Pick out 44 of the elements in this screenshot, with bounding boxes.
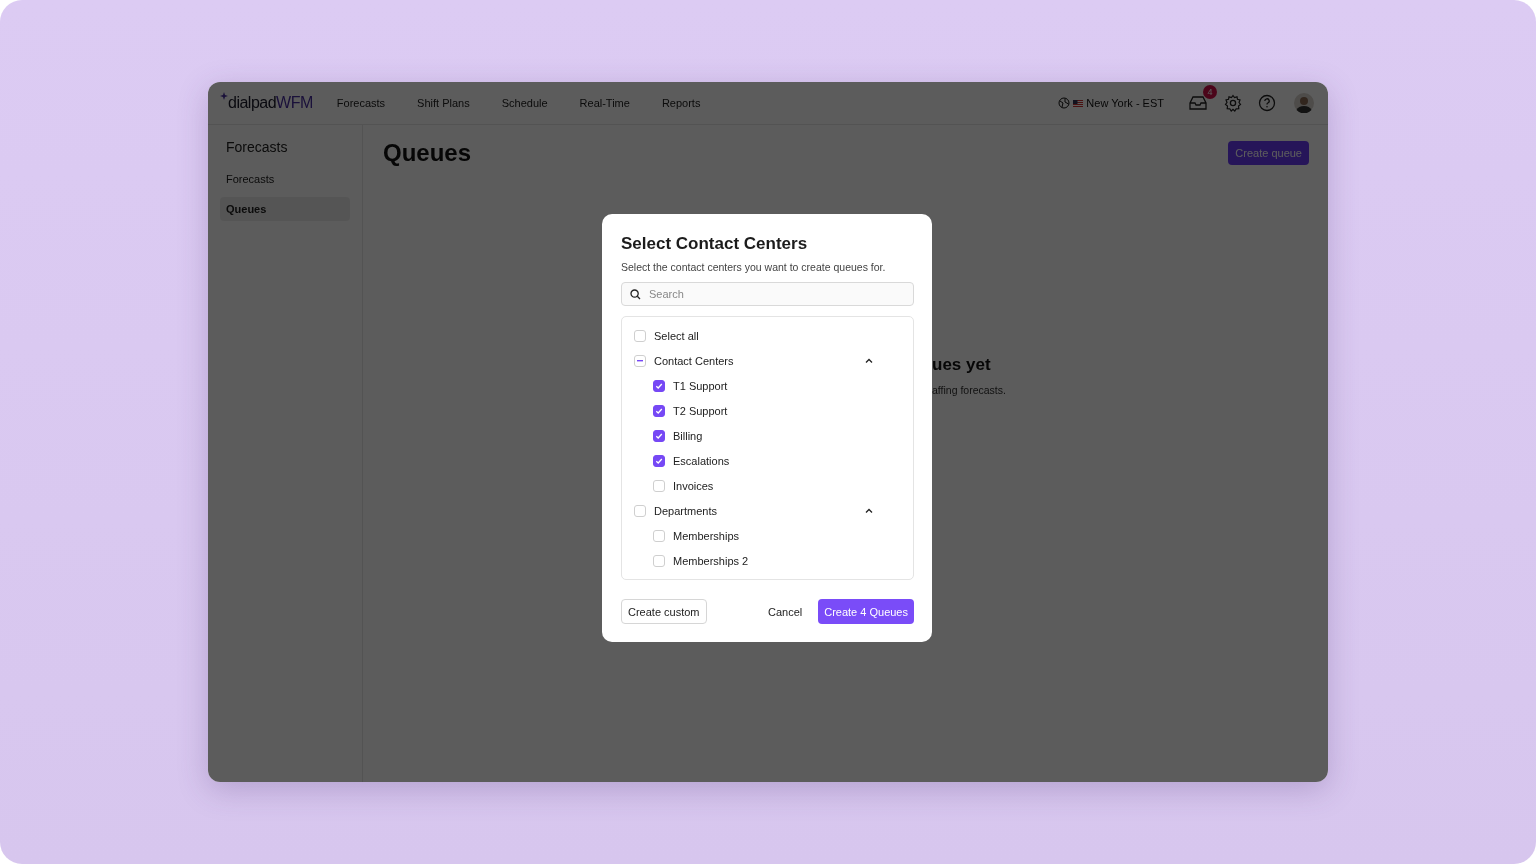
search-icon — [630, 289, 641, 300]
create-queue-button[interactable]: Create queue — [1228, 141, 1309, 165]
nav-tab[interactable]: Schedule — [491, 93, 558, 113]
option-label: Escalations — [673, 454, 730, 467]
option-label: Billing — [673, 429, 703, 442]
option-label: Memberships — [673, 529, 740, 542]
notification-badge: 4 — [1203, 85, 1217, 99]
dialog-title: Select Contact Centers — [621, 234, 809, 254]
nav-tab[interactable]: Forecasts — [326, 93, 396, 113]
sidebar-item[interactable]: Forecasts — [220, 167, 350, 191]
settings-icon[interactable] — [1224, 94, 1242, 112]
group-label: Departments — [654, 504, 717, 517]
nav-tab[interactable]: Real-Time — [569, 93, 640, 113]
search-field[interactable]: Search — [621, 282, 914, 306]
empty-state-text: affing forecasts. — [932, 384, 1007, 396]
dash-icon — [637, 359, 643, 362]
option-label: Invoices — [673, 479, 714, 492]
inbox-icon[interactable] — [1188, 94, 1208, 112]
option-label: T2 Support — [673, 404, 728, 417]
sidebar-title: Forecasts — [226, 139, 289, 155]
nav-tab[interactable]: Shift Plans — [407, 93, 480, 113]
flag-icon — [1073, 99, 1084, 107]
checkbox[interactable] — [653, 379, 665, 392]
create-queues-button[interactable]: Create 4 Queues — [818, 599, 914, 624]
checkbox[interactable] — [653, 404, 665, 417]
help-icon[interactable] — [1258, 94, 1276, 112]
cancel-button[interactable]: Cancel — [761, 599, 809, 624]
checkbox[interactable] — [653, 454, 665, 467]
nav-tab[interactable]: Reports — [651, 93, 711, 113]
empty-state-title: ues yet — [932, 355, 992, 375]
timezone-label: New York - EST — [1086, 97, 1164, 109]
option-label: Select all — [654, 329, 699, 342]
group-label: Contact Centers — [654, 354, 734, 367]
avatar[interactable] — [1294, 93, 1314, 113]
dialog-subtitle: Select the contact centers you want to create queues for. — [621, 261, 887, 273]
option-label: T1 Support — [673, 379, 728, 392]
checkbox[interactable] — [653, 429, 665, 442]
sidebar-item[interactable]: Queues — [220, 197, 350, 221]
globe-icon — [1058, 97, 1071, 109]
page-title: Queues — [383, 139, 472, 167]
option-label: Memberships 2 — [673, 554, 749, 567]
timezone-selector[interactable]: New York - EST — [1058, 97, 1164, 109]
create-custom-button[interactable]: Create custom — [621, 599, 707, 624]
dialpad-wfm-logo: dialpadWFM — [220, 94, 313, 112]
